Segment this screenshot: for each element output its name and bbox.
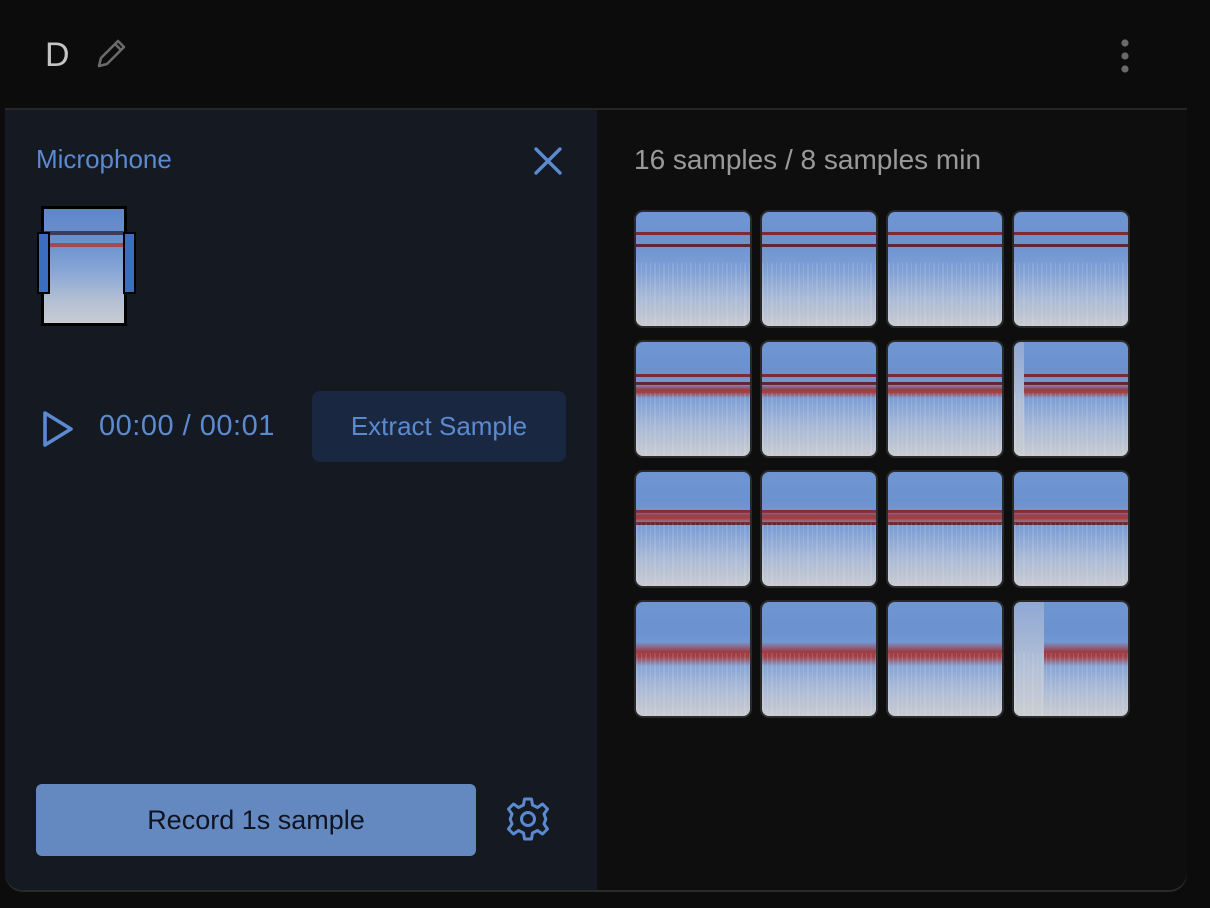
time-total: 00:01 [199, 410, 275, 442]
sample-thumbnail[interactable] [634, 210, 752, 328]
sample-thumbnail[interactable] [1012, 340, 1130, 458]
trim-handle-left[interactable] [37, 232, 50, 294]
gear-icon[interactable] [505, 796, 551, 842]
microphone-panel: Microphone 00:00 / 00:01 Extract Sample … [5, 110, 597, 890]
sample-thumbnail[interactable] [760, 210, 878, 328]
recording-spectrogram [41, 206, 127, 326]
sample-thumbnail[interactable] [1012, 600, 1130, 718]
trim-handle-right[interactable] [123, 232, 136, 294]
samples-count: 16 samples / 8 samples min [634, 144, 982, 175]
sample-thumbnail[interactable] [886, 600, 1004, 718]
sample-thumbnail[interactable] [760, 470, 878, 588]
class-card: D Microphone 00:00 / 00:01 Extract Sampl… [5, 0, 1187, 890]
sample-thumbnail[interactable] [1012, 470, 1130, 588]
record-button[interactable]: Record 1s sample [36, 784, 476, 856]
pencil-icon[interactable] [91, 34, 131, 74]
panel-title: Microphone [36, 144, 172, 174]
sample-thumbnail[interactable] [634, 600, 752, 718]
sample-thumbnail[interactable] [760, 340, 878, 458]
sample-thumbnail[interactable] [886, 210, 1004, 328]
time-separator: / [174, 410, 200, 442]
class-name[interactable]: D [45, 36, 70, 75]
sample-thumbnail[interactable] [1012, 210, 1130, 328]
sample-thumbnail[interactable] [886, 470, 1004, 588]
sample-grid [634, 210, 1130, 718]
time-current: 00:00 [99, 410, 175, 442]
card-header: D [5, 0, 1187, 110]
sample-thumbnail[interactable] [886, 340, 1004, 458]
close-icon[interactable] [531, 144, 565, 178]
playback-time: 00:00 / 00:01 [99, 410, 275, 443]
sample-thumbnail[interactable] [634, 470, 752, 588]
extract-sample-button[interactable]: Extract Sample [312, 391, 566, 462]
sample-thumbnail[interactable] [634, 340, 752, 458]
play-icon[interactable] [41, 410, 75, 448]
samples-panel: 16 samples / 8 samples min [597, 110, 1187, 890]
more-vert-icon[interactable] [1105, 36, 1145, 76]
sample-thumbnail[interactable] [760, 600, 878, 718]
recording-preview[interactable] [37, 206, 136, 330]
